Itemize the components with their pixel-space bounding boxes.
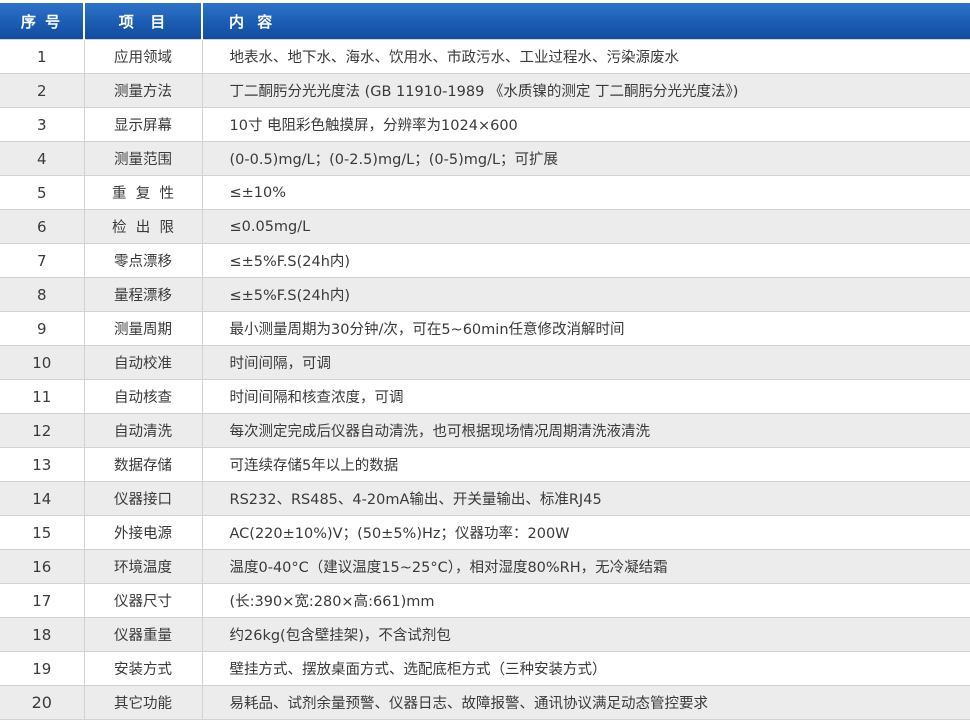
row-number: 18	[0, 617, 85, 652]
header-row: 序 号 项 目 内 容	[0, 3, 970, 40]
header-no: 序 号	[0, 3, 85, 40]
row-number: 10	[0, 345, 85, 380]
row-content: ≤±10%	[202, 175, 970, 210]
row-content: 温度0-40°C（建议温度15~25°C），相对湿度80%RH，无冷凝结霜	[202, 549, 970, 584]
row-content: 地表水、地下水、海水、饮用水、市政污水、工业过程水、污染源废水	[202, 39, 970, 74]
row-item: 自动清洗	[84, 413, 203, 448]
header-content: 内 容	[202, 3, 970, 40]
table-row: 18 仪器重量 约26kg(包含壁挂架)，不含试剂包	[0, 617, 970, 652]
table-row: 16 环境温度 温度0-40°C（建议温度15~25°C），相对湿度80%RH，无冷…	[0, 549, 970, 584]
row-item: 外接电源	[84, 515, 203, 550]
row-number: 11	[0, 379, 85, 414]
row-content: ≤0.05mg/L	[202, 209, 970, 244]
row-item: 仪器重量	[84, 617, 203, 652]
row-number: 8	[0, 277, 85, 312]
row-number: 3	[0, 107, 85, 142]
table-row: 13 数据存储 可连续存储5年以上的数据	[0, 447, 970, 482]
table-row: 9 测量周期 最小测量周期为30分钟/次，可在5~60min任意修改消解时间	[0, 311, 970, 346]
table-body: 1 应用领域 地表水、地下水、海水、饮用水、市政污水、工业过程水、污染源废水 2 测量…	[0, 39, 970, 720]
row-item: 仪器接口	[84, 481, 203, 516]
row-item: 重 复 性	[84, 175, 203, 210]
row-content: (0-0.5)mg/L；(0-2.5)mg/L；(0-5)mg/L；可扩展	[202, 141, 970, 176]
row-number: 16	[0, 549, 85, 584]
row-item: 自动核查	[84, 379, 203, 414]
row-number: 14	[0, 481, 85, 516]
table-row: 3 显示屏幕 10寸 电阻彩色触摸屏，分辨率为1024×600	[0, 107, 970, 142]
row-content: ≤±5%F.S(24h内)	[202, 277, 970, 312]
table-row: 17 仪器尺寸 (长:390×宽:280×高:661)mm	[0, 583, 970, 618]
table-row: 11 自动核查 时间间隔和核查浓度，可调	[0, 379, 970, 414]
table-row: 8 量程漂移 ≤±5%F.S(24h内)	[0, 277, 970, 312]
row-item: 量程漂移	[84, 277, 203, 312]
table-row: 1 应用领域 地表水、地下水、海水、饮用水、市政污水、工业过程水、污染源废水	[0, 39, 970, 74]
table-row: 12 自动清洗 每次测定完成后仪器自动清洗，也可根据现场情况周期清洗液清洗	[0, 413, 970, 448]
row-item: 应用领域	[84, 39, 203, 74]
row-number: 7	[0, 243, 85, 278]
table-row: 10 自动校准 时间间隔，可调	[0, 345, 970, 380]
row-content: 易耗品、试剂余量预警、仪器日志、故障报警、通讯协议满足动态管控要求	[202, 685, 970, 720]
row-number: 9	[0, 311, 85, 346]
row-item: 零点漂移	[84, 243, 203, 278]
row-number: 19	[0, 651, 85, 686]
row-item: 环境温度	[84, 549, 203, 584]
table-row: 7 零点漂移 ≤±5%F.S(24h内)	[0, 243, 970, 278]
table-row: 14 仪器接口 RS232、RS485、4-20mA输出、开关量输出、标准RJ45	[0, 481, 970, 516]
row-item: 显示屏幕	[84, 107, 203, 142]
row-content: 时间间隔和核查浓度，可调	[202, 379, 970, 414]
row-content: (长:390×宽:280×高:661)mm	[202, 583, 970, 618]
row-number: 17	[0, 583, 85, 618]
table-row: 6检 出 限 ≤0.05mg/L	[0, 209, 970, 244]
spec-table: 序 号 项 目 内 容 1 应用领域 地表水、地下水、海水、饮用水、市政污水、工业过…	[0, 3, 970, 720]
row-item: 安装方式	[84, 651, 203, 686]
row-content: AC(220±10%)V；(50±5%)Hz；仪器功率：200W	[202, 515, 970, 550]
row-item: 数据存储	[84, 447, 203, 482]
table-row: 5重 复 性 ≤±10%	[0, 175, 970, 210]
row-item: 测量范围	[84, 141, 203, 176]
row-content: 10寸 电阻彩色触摸屏，分辨率为1024×600	[202, 107, 970, 142]
row-number: 1	[0, 39, 85, 74]
table-row: 4 测量范围 (0-0.5)mg/L；(0-2.5)mg/L；(0-5)mg/L；可…	[0, 141, 970, 176]
row-content: 约26kg(包含壁挂架)，不含试剂包	[202, 617, 970, 652]
row-number: 15	[0, 515, 85, 550]
table-row: 20 其它功能 易耗品、试剂余量预警、仪器日志、故障报警、通讯协议满足动态管控要求	[0, 685, 970, 720]
row-content: 丁二酮肟分光光度法 (GB 11910-1989 《水质镍的测定 丁二酮肟分光光…	[202, 73, 970, 108]
row-item: 测量方法	[84, 73, 203, 108]
row-number: 5	[0, 175, 85, 210]
row-number: 13	[0, 447, 85, 482]
row-item: 其它功能	[84, 685, 203, 720]
row-content: 每次测定完成后仪器自动清洗，也可根据现场情况周期清洗液清洗	[202, 413, 970, 448]
row-content: 时间间隔，可调	[202, 345, 970, 380]
row-number: 12	[0, 413, 85, 448]
row-number: 4	[0, 141, 85, 176]
row-item: 仪器尺寸	[84, 583, 203, 618]
row-item: 测量周期	[84, 311, 203, 346]
row-item: 自动校准	[84, 345, 203, 380]
table-row: 15 外接电源 AC(220±10%)V；(50±5%)Hz；仪器功率：200W	[0, 515, 970, 550]
row-number: 20	[0, 685, 85, 720]
row-content: 最小测量周期为30分钟/次，可在5~60min任意修改消解时间	[202, 311, 970, 346]
table-row: 2 测量方法 丁二酮肟分光光度法 (GB 11910-1989 《水质镍的测定 丁二…	[0, 73, 970, 108]
row-content: 壁挂方式、摆放桌面方式、选配底柜方式（三种安装方式）	[202, 651, 970, 686]
row-content: ≤±5%F.S(24h内)	[202, 243, 970, 278]
row-number: 2	[0, 73, 85, 108]
row-item: 检 出 限	[84, 209, 203, 244]
row-content: 可连续存储5年以上的数据	[202, 447, 970, 482]
header-item: 项 目	[84, 3, 203, 40]
row-content: RS232、RS485、4-20mA输出、开关量输出、标准RJ45	[202, 481, 970, 516]
row-number: 6	[0, 209, 85, 244]
table-header: 序 号 项 目 内 容	[0, 3, 970, 40]
table-row: 19 安装方式 壁挂方式、摆放桌面方式、选配底柜方式（三种安装方式）	[0, 651, 970, 686]
